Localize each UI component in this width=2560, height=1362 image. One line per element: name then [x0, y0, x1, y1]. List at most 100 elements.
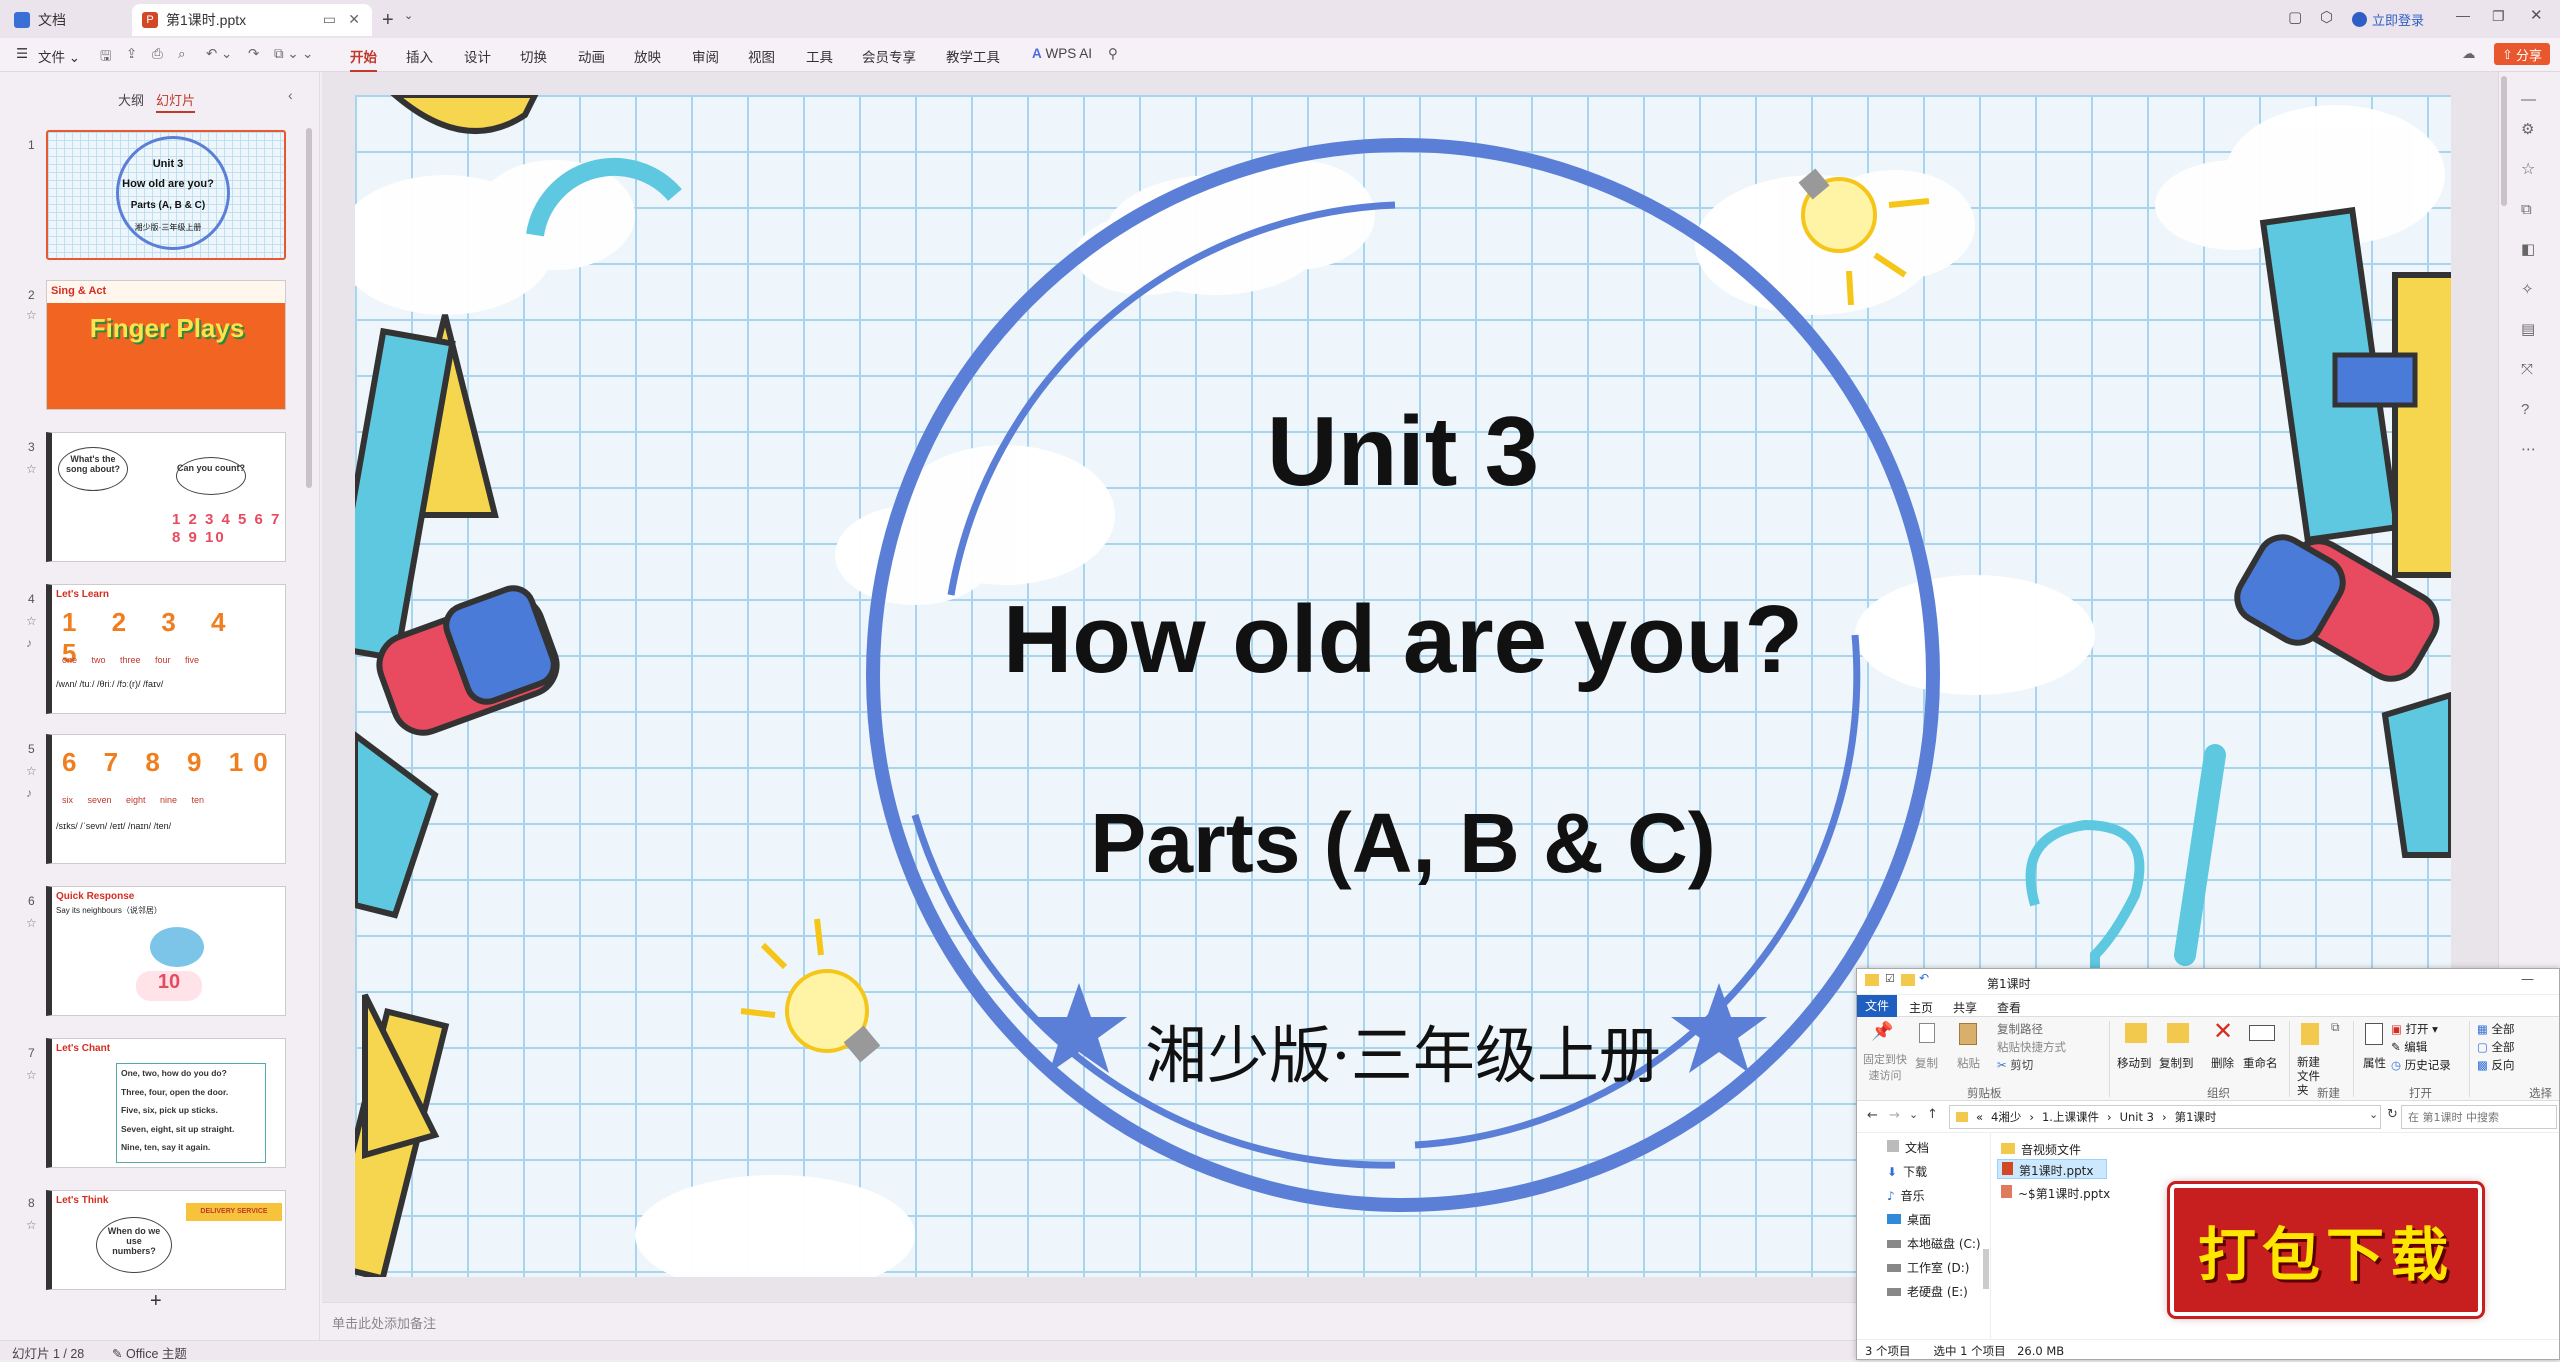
menu-item-design[interactable]: 设计 [464, 46, 491, 66]
folder-icon[interactable] [1901, 974, 1915, 986]
nav-item-desktop[interactable]: 桌面 [1887, 1211, 1931, 1228]
nav-item-downloads[interactable]: ⬇ 下载 [1887, 1163, 1927, 1180]
menu-item-teaching-tools[interactable]: 教学工具 [946, 46, 1000, 66]
window-icon[interactable]: ▭ [323, 12, 336, 26]
nav-item-music[interactable]: ♪ 音乐 [1887, 1187, 1925, 1204]
search-icon[interactable]: ⚲ [1108, 46, 1118, 62]
menu-item-review[interactable]: 审阅 [692, 46, 719, 66]
new-tab-icon[interactable]: + [382, 10, 394, 30]
delete-button[interactable]: 删除 [2211, 1055, 2234, 1071]
help-icon[interactable]: ? [2521, 402, 2529, 417]
nav-item-drive-c[interactable]: 本地磁盘 (C:) [1887, 1235, 1981, 1252]
more-icon[interactable]: ⋯ [2521, 442, 2536, 457]
address-bar[interactable]: « 4湘少 › 1.上课课件 › Unit 3 › 第1课时 [1949, 1105, 2381, 1129]
add-slide-button[interactable]: + [150, 1290, 162, 1313]
preview-icon[interactable]: ⌕ [178, 46, 186, 62]
wps-ai-button[interactable]: A WPS AI [1032, 46, 1092, 61]
edit-button[interactable]: ✎ 编辑 [2391, 1039, 2427, 1055]
vertical-scrollbar[interactable] [2501, 76, 2507, 206]
refresh-icon[interactable]: ↻ [2387, 1108, 2398, 1121]
slide-thumbnail-2[interactable]: Sing & Act Finger Plays [46, 280, 286, 410]
settings-sliders-icon[interactable]: ⚙ [2521, 122, 2534, 137]
ribbon-tab-view[interactable]: 查看 [1997, 999, 2021, 1016]
slide-thumbnail-7[interactable]: Let's Chant One, two, how do you do? Thr… [46, 1038, 286, 1168]
slide-thumbnail-1[interactable]: Unit 3 How old are you? Parts (A, B & C)… [46, 130, 286, 260]
recent-chevron-icon[interactable]: ⌄ [1909, 1109, 1918, 1120]
layout-icon[interactable]: ▢ [2288, 10, 2302, 25]
slide-parts[interactable]: Parts (A, B & C) [355, 795, 2451, 892]
nav-item-drive-e[interactable]: 老硬盘 (E:) [1887, 1283, 1968, 1300]
ribbon-tab-share[interactable]: 共享 [1953, 999, 1977, 1016]
file-menu[interactable]: 文件 ⌄ [38, 46, 80, 66]
tab-list-chevron-icon[interactable]: ⌄ [404, 11, 413, 22]
thumbnail-scrollbar[interactable] [306, 128, 312, 488]
forward-icon[interactable]: → [1889, 1109, 1900, 1122]
star-icon[interactable]: ☆ [26, 462, 37, 476]
check-icon[interactable]: ☑ [1885, 973, 1895, 984]
path-segment[interactable]: Unit 3 [2120, 1110, 2154, 1124]
up-icon[interactable]: ↑ [1927, 1108, 1938, 1121]
print-icon[interactable]: ⎙ [152, 46, 163, 62]
paste-button[interactable]: 粘贴 [1957, 1055, 1980, 1071]
properties-button[interactable]: 属性 [2363, 1055, 2386, 1071]
cut-button[interactable]: ✂ 剪切 [1997, 1057, 2033, 1073]
path-segment[interactable]: 1.上课课件 [2042, 1109, 2099, 1125]
slide-subtitle[interactable]: How old are you? [355, 585, 2451, 695]
restore-icon[interactable]: ❐ [2492, 9, 2505, 23]
search-input[interactable] [2401, 1105, 2557, 1129]
design-icon[interactable]: ◧ [2521, 242, 2535, 257]
star-icon[interactable]: ☆ [26, 1218, 37, 1232]
rename-button[interactable]: 重命名 [2243, 1055, 2278, 1071]
nav-scrollbar[interactable] [1983, 1249, 1989, 1289]
slide-thumbnail-3[interactable]: What's the song about? Can you count? 1 … [46, 432, 286, 562]
star-icon[interactable]: ☆ [26, 1068, 37, 1082]
star-icon[interactable]: ☆ [26, 614, 37, 628]
close-tab-icon[interactable]: ✕ [348, 12, 360, 26]
theme-button[interactable]: ✎ Office 主题 [112, 1343, 187, 1362]
audio-icon[interactable]: ♪ [26, 786, 32, 800]
file-row-folder[interactable]: 音视频文件 [2001, 1141, 2081, 1158]
tab-outline[interactable]: 大纲 [118, 90, 144, 109]
star-icon[interactable]: ☆ [26, 308, 37, 322]
slide-thumbnail-6[interactable]: Quick Response Say its neighbours（说邻居） 1… [46, 886, 286, 1016]
file-tab[interactable]: P 第1课时.pptx ▭ ✕ [132, 4, 372, 36]
menu-item-member[interactable]: 会员专享 [862, 46, 916, 66]
export-icon[interactable]: ⇪ [126, 46, 137, 62]
redo-icon[interactable]: ↷ [248, 46, 259, 62]
select-all-button[interactable]: ▦ 全部 [2477, 1021, 2515, 1037]
menu-item-slideshow[interactable]: 放映 [634, 46, 661, 66]
book-icon[interactable]: ▤ [2521, 322, 2535, 337]
star-icon[interactable]: ☆ [2521, 162, 2535, 178]
tab-slides[interactable]: 幻灯片 [156, 90, 196, 113]
address-dropdown-icon[interactable]: ⌄ [2369, 1109, 2378, 1120]
ribbon-tab-home[interactable]: 主页 [1909, 999, 1933, 1016]
slide-thumbnail-8[interactable]: Let's Think When do we use numbers? DELI… [46, 1190, 286, 1290]
menu-item-insert[interactable]: 插入 [406, 46, 433, 66]
file-row-temp[interactable]: ~$第1课时.pptx [2001, 1185, 2110, 1202]
share-button[interactable]: ⇧ 分享 [2494, 43, 2550, 65]
menu-item-transition[interactable]: 切换 [520, 46, 547, 66]
star-icon[interactable]: ☆ [26, 916, 37, 930]
star-icon[interactable]: ☆ [26, 764, 37, 778]
home-tab[interactable]: 文档 [14, 4, 66, 36]
undo-icon[interactable]: ↶ ⌄ [206, 46, 232, 62]
menu-item-animation[interactable]: 动画 [578, 46, 605, 66]
open-button[interactable]: ▣ 打开 ▾ [2391, 1021, 2438, 1037]
minus-icon[interactable]: — [2521, 92, 2536, 107]
slide-title[interactable]: Unit 3 [355, 395, 2451, 508]
undo-icon[interactable]: ↶ [1919, 972, 1929, 984]
new-item-icon[interactable]: ⧉ [2331, 1021, 2340, 1033]
file-row-selected[interactable]: 第1课时.pptx [1997, 1159, 2107, 1179]
transform-icon[interactable]: ⤧ [2521, 362, 2533, 377]
slide-thumbnail-5[interactable]: 6 7 8 9 10 six seven eight nine ten /sɪk… [46, 734, 286, 864]
copy-to-button[interactable]: 复制到 [2159, 1055, 2194, 1071]
path-segment[interactable]: 第1课时 [2175, 1109, 2217, 1125]
hamburger-menu-icon[interactable]: ☰ [16, 46, 28, 62]
pin-quick-access-button[interactable]: 固定到快速访问 [1861, 1051, 1909, 1083]
menu-item-tools[interactable]: 工具 [806, 46, 833, 66]
back-icon[interactable]: ← [1867, 1109, 1878, 1122]
path-overflow[interactable]: « [1976, 1110, 1983, 1124]
select-none-button[interactable]: ▢ 全部 [2477, 1039, 2515, 1055]
move-to-button[interactable]: 移动到 [2117, 1055, 2152, 1071]
slide-thumbnail-4[interactable]: Let's Learn 1 2 3 4 5 one two three four… [46, 584, 286, 714]
